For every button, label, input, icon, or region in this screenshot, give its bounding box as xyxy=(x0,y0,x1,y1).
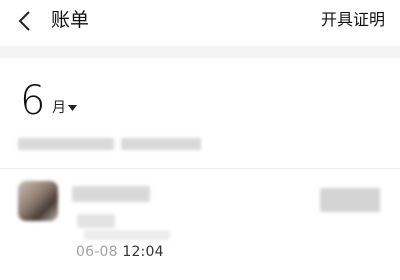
divider xyxy=(0,168,400,169)
blurred-text xyxy=(121,138,201,150)
section-divider xyxy=(0,46,400,58)
blurred-subtitle xyxy=(77,214,115,228)
month-unit-label[interactable]: 月 xyxy=(52,98,66,118)
caret-down-icon[interactable] xyxy=(68,105,77,111)
month-number[interactable]: 6 xyxy=(20,78,45,124)
month-summary-blurred xyxy=(18,136,218,152)
blurred-amount xyxy=(320,188,380,212)
blurred-text xyxy=(18,138,114,150)
page-title: 账单 xyxy=(51,9,90,31)
top-bar: 账单 开具证明 xyxy=(0,0,400,44)
issue-certificate-button[interactable]: 开具证明 xyxy=(321,8,385,32)
avatar xyxy=(18,181,58,221)
chevron-left-icon[interactable] xyxy=(16,9,36,33)
blurred-merchant-name xyxy=(72,186,150,202)
blurred-subtitle xyxy=(84,230,170,240)
blur-overlay xyxy=(74,243,120,261)
